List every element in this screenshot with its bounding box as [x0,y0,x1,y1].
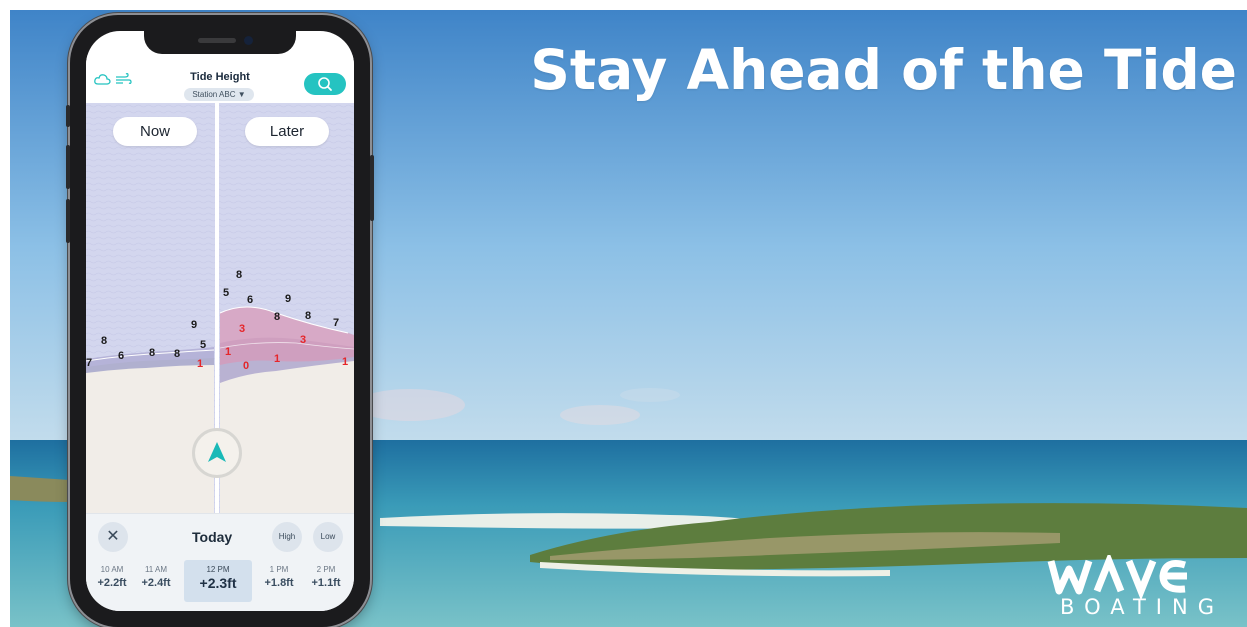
search-icon [318,77,332,91]
app-screen: Tide Height Station ABC ▼ 8 7 6 8 8 9 5 … [86,31,354,611]
depth-label: 8 [174,348,180,360]
time-slot[interactable]: 11 AM +2.4ft [134,560,178,602]
time-slot-time: 12 PM [206,565,230,574]
search-button[interactable] [304,73,346,95]
low-tide-button[interactable]: Low [313,522,343,552]
time-slot-height: +1.1ft [311,577,341,589]
close-button[interactable]: ✕ [98,522,128,552]
close-icon: ✕ [106,528,120,545]
depth-label: 9 [191,319,197,331]
depth-label: 7 [333,317,339,329]
app-header: Tide Height Station ABC ▼ [86,55,354,103]
time-slot[interactable]: 10 AM +2.2ft [90,560,134,602]
compare-slider-handle[interactable] [192,428,242,478]
high-tide-button[interactable]: High [272,522,302,552]
time-slot-time: 11 AM [144,565,168,574]
phone-mockup: Tide Height Station ABC ▼ 8 7 6 8 8 9 5 … [66,15,374,627]
time-slot-time: 10 AM [100,565,124,574]
now-label: Now [113,117,197,146]
hero-banner: Stay Ahead of the Tide BOATING Tide Heig… [10,10,1247,627]
time-slot-height: +2.4ft [141,577,171,589]
depth-label: 3 [300,334,306,346]
wave-boating-logo: BOATING [1047,555,1229,619]
front-camera [244,36,253,45]
station-name: Station ABC [192,90,236,99]
tide-compare-map[interactable]: 8 7 6 8 8 9 5 1 8 5 6 9 8 8 7 3 3 1 0 1 … [86,103,354,513]
day-label: Today [192,529,233,545]
depth-label: 1 [274,353,280,365]
later-label: Later [245,117,329,146]
time-slot-strip: 10 AM +2.2ft 11 AM +2.4ft 12 PM +2.3ft 1… [86,560,354,602]
phone-volume-up [66,145,70,189]
time-slot-time: 1 PM [269,565,289,574]
phone-silent-switch [66,105,70,127]
time-slot-height: +1.8ft [264,577,294,589]
time-slot-height: +2.2ft [97,577,127,589]
navigation-arrow-icon [208,442,226,462]
depth-label: 0 [243,360,249,372]
phone-notch [144,31,296,54]
depth-label: 6 [118,350,124,362]
headline: Stay Ahead of the Tide [530,38,1237,102]
speaker [198,38,236,43]
time-slot-selected[interactable]: 12 PM +2.3ft [184,560,252,602]
brand-subtitle: BOATING [1060,595,1224,619]
phone-volume-down [66,199,70,243]
depth-label: 9 [285,293,291,305]
depth-label: 1 [225,346,231,358]
station-selector[interactable]: Station ABC ▼ [184,88,254,101]
depth-label: 7 [86,357,92,369]
time-slot[interactable]: 2 PM +1.1ft [304,560,348,602]
chevron-down-icon: ▼ [237,90,246,99]
wave-wordmark [1047,555,1187,599]
time-slot[interactable]: 1 PM +1.8ft [257,560,301,602]
depth-label: 6 [247,294,253,306]
tide-time-panel: ✕ Today High Low 10 AM +2.2ft 11 AM +2.4… [86,513,354,611]
depth-label: 1 [342,356,348,368]
depth-label: 8 [101,335,107,347]
depth-label: 3 [239,323,245,335]
time-slot-height: +2.3ft [199,575,237,591]
depth-label: 5 [223,287,229,299]
depth-label: 1 [197,358,203,370]
phone-power-button [370,155,374,221]
depth-label: 8 [274,311,280,323]
depth-label: 5 [200,339,206,351]
depth-label: 8 [305,310,311,322]
time-slot-time: 2 PM [316,565,336,574]
depth-label: 8 [236,269,242,281]
depth-label: 8 [149,347,155,359]
